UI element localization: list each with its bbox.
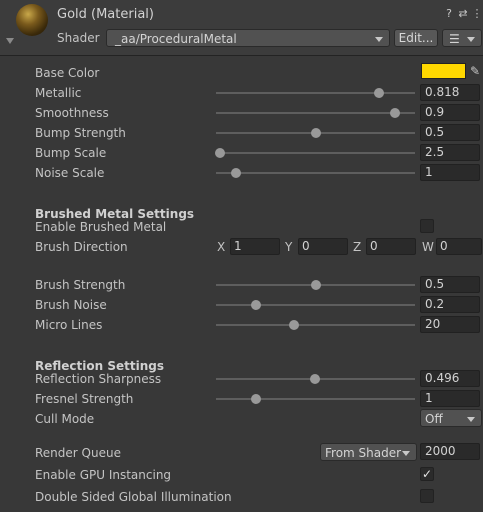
base-color-label: Base Color xyxy=(35,66,100,80)
brush-noise-slider[interactable] xyxy=(216,300,415,310)
fresnel-strength-field[interactable]: 1 xyxy=(420,390,480,407)
fresnel-strength-label: Fresnel Strength xyxy=(35,392,134,406)
vector-x-field[interactable]: 1 xyxy=(230,238,280,255)
noise-scale-field[interactable]: 1 xyxy=(420,164,480,181)
render-queue-dropdown[interactable]: From Shader xyxy=(320,443,417,461)
bump-strength-field[interactable]: 0.5 xyxy=(420,124,480,141)
reflection-sharpness-slider[interactable] xyxy=(216,374,415,384)
brush-noise-label: Brush Noise xyxy=(35,298,107,312)
noise-scale-slider-thumb[interactable] xyxy=(230,168,241,178)
bump-scale-slider[interactable] xyxy=(214,148,415,158)
smoothness-field[interactable]: 0.9 xyxy=(420,104,480,121)
eyedropper-icon[interactable]: ✎ xyxy=(470,64,480,78)
micro-lines-slider-thumb[interactable] xyxy=(288,320,299,330)
more-icon[interactable]: ⋮ xyxy=(471,8,483,20)
gpu-instancing-label: Enable GPU Instancing xyxy=(35,468,172,482)
fresnel-strength-slider[interactable] xyxy=(216,394,415,404)
enable-brushed-checkbox[interactable] xyxy=(420,219,434,233)
cull-mode-value: Off xyxy=(425,412,443,426)
material-title: Gold (Material) xyxy=(57,7,154,22)
metallic-slider-thumb[interactable] xyxy=(373,88,384,98)
metallic-slider[interactable] xyxy=(216,88,415,98)
brush-noise-field[interactable]: 0.2 xyxy=(420,296,480,313)
noise-scale-label: Noise Scale xyxy=(35,166,105,180)
preset-icon[interactable]: ⇄ xyxy=(457,8,469,20)
reflection-sharpness-slider-thumb[interactable] xyxy=(309,374,320,384)
smoothness-slider[interactable] xyxy=(216,108,415,118)
render-queue-field[interactable]: 2000 xyxy=(420,443,480,460)
shader-options-dropdown[interactable]: ☰ xyxy=(442,29,482,47)
vector-x-label: X xyxy=(217,240,226,254)
cull-mode-dropdown[interactable]: Off xyxy=(420,409,482,427)
chevron-down-icon xyxy=(402,451,410,456)
bump-scale-slider-thumb[interactable] xyxy=(214,148,225,158)
brushed-metal-heading: Brushed Metal Settings xyxy=(35,207,195,221)
material-header: Gold (Material) ? ⇄ ⋮ Shader _aa/Procedu… xyxy=(0,0,483,56)
fresnel-strength-slider-thumb[interactable] xyxy=(250,394,261,404)
vector-w-field[interactable]: 0 xyxy=(436,238,482,255)
double-sided-gi-checkbox[interactable] xyxy=(420,489,434,503)
vector-z-label: Z xyxy=(353,240,362,254)
bump-strength-label: Bump Strength xyxy=(35,126,126,140)
list-icon: ☰ xyxy=(449,32,460,46)
help-icon[interactable]: ? xyxy=(443,8,455,20)
material-preview-icon xyxy=(16,4,48,36)
bump-strength-slider[interactable] xyxy=(216,128,415,138)
chevron-down-icon xyxy=(467,37,475,42)
metallic-field[interactable]: 0.818 xyxy=(420,84,480,101)
micro-lines-label: Micro Lines xyxy=(35,318,103,332)
brush-direction-label: Brush Direction xyxy=(35,240,128,254)
metallic-label: Metallic xyxy=(35,86,82,100)
edit-shader-button[interactable]: Edit... xyxy=(394,29,438,47)
cull-mode-label: Cull Mode xyxy=(35,412,95,426)
vector-y-label: Y xyxy=(285,240,293,254)
brush-strength-label: Brush Strength xyxy=(35,278,126,292)
micro-lines-slider[interactable] xyxy=(216,320,415,330)
reflection-sharpness-field[interactable]: 0.496 xyxy=(420,370,480,387)
bump-scale-label: Bump Scale xyxy=(35,146,107,160)
foldout-arrow-icon[interactable] xyxy=(6,38,14,44)
double-sided-gi-label: Double Sided Global Illumination xyxy=(35,490,232,504)
bump-strength-slider-thumb[interactable] xyxy=(310,128,321,138)
brush-noise-slider-thumb[interactable] xyxy=(250,300,261,310)
reflection-heading: Reflection Settings xyxy=(35,359,164,373)
vector-w-label: W xyxy=(422,240,434,254)
brush-strength-slider-thumb[interactable] xyxy=(310,280,321,290)
base-color-swatch[interactable] xyxy=(421,63,466,79)
render-queue-mode: From Shader xyxy=(325,446,402,460)
smoothness-slider-thumb[interactable] xyxy=(390,108,401,118)
brush-strength-slider[interactable] xyxy=(216,280,415,290)
noise-scale-slider[interactable] xyxy=(216,168,415,178)
micro-lines-field[interactable]: 20 xyxy=(420,316,480,333)
vector-z-field[interactable]: 0 xyxy=(366,238,416,255)
chevron-down-icon xyxy=(467,417,475,422)
vector-y-field[interactable]: 0 xyxy=(298,238,348,255)
enable-brushed-label: Enable Brushed Metal xyxy=(35,220,167,234)
chevron-down-icon xyxy=(375,37,383,42)
gpu-instancing-checkbox[interactable]: ✓ xyxy=(420,467,434,481)
smoothness-label: Smoothness xyxy=(35,106,109,120)
brush-strength-field[interactable]: 0.5 xyxy=(420,276,480,293)
bump-scale-field[interactable]: 2.5 xyxy=(420,144,480,161)
reflection-sharpness-label: Reflection Sharpness xyxy=(35,372,162,386)
shader-dropdown-value: _aa/ProceduralMetal xyxy=(115,32,237,46)
shader-label: Shader xyxy=(57,31,100,45)
shader-dropdown[interactable]: _aa/ProceduralMetal xyxy=(106,29,390,47)
render-queue-label: Render Queue xyxy=(35,446,121,460)
